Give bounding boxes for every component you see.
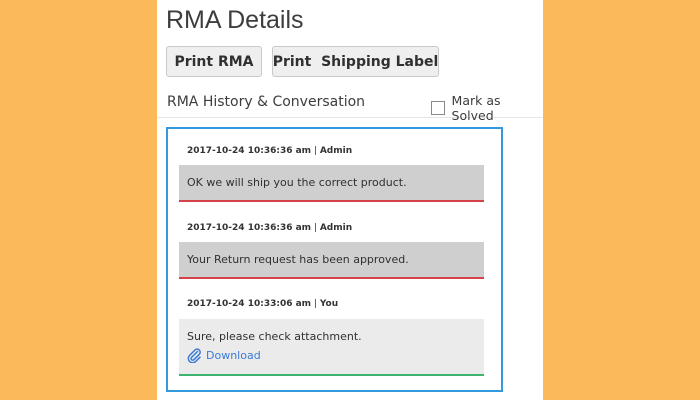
message-meta: 2017-10-24 10:33:06 am | You (187, 299, 338, 309)
download-label[interactable]: Download (206, 349, 261, 362)
message-text: Your Return request has been approved. (187, 253, 409, 266)
message-timestamp: 2017-10-24 10:33:06 am (187, 299, 312, 309)
mark-solved-checkbox[interactable] (431, 101, 445, 115)
message-separator: | (311, 299, 320, 309)
message-author: Admin (319, 223, 353, 233)
message-author: You (319, 299, 339, 309)
conversation-box: 2017-10-24 10:36:36 am | Admin OK we wil… (166, 127, 503, 392)
mark-solved-control[interactable]: Mark as Solved (431, 93, 543, 123)
message-body: Sure, please check attachment. Download (179, 319, 484, 376)
message-separator: | (311, 146, 320, 156)
message-timestamp: 2017-10-24 10:36:36 am (187, 223, 312, 233)
page-title: RMA Details (166, 6, 304, 34)
message-separator: | (311, 223, 320, 233)
message-text: Sure, please check attachment. (187, 330, 362, 343)
message-body: OK we will ship you the correct product. (179, 165, 484, 202)
print-rma-button[interactable]: Print RMA (166, 46, 262, 77)
message-meta: 2017-10-24 10:36:36 am | Admin (187, 223, 352, 233)
paperclip-icon (187, 348, 201, 363)
message-text: OK we will ship you the correct product. (187, 176, 407, 189)
history-title: RMA History & Conversation (167, 94, 366, 110)
message-body: Your Return request has been approved. (179, 242, 484, 279)
message-author: Admin (319, 146, 353, 156)
download-link[interactable]: Download (187, 347, 484, 363)
history-header: RMA History & Conversation Mark as Solve… (157, 92, 543, 123)
message-timestamp: 2017-10-24 10:36:36 am (187, 146, 312, 156)
mark-solved-label[interactable]: Mark as Solved (452, 93, 543, 123)
print-shipping-label-button[interactable]: Print Shipping Label (272, 46, 439, 77)
message-meta: 2017-10-24 10:36:36 am | Admin (187, 146, 352, 156)
rma-details-panel: RMA Details Print RMA Print Shipping Lab… (157, 0, 543, 400)
